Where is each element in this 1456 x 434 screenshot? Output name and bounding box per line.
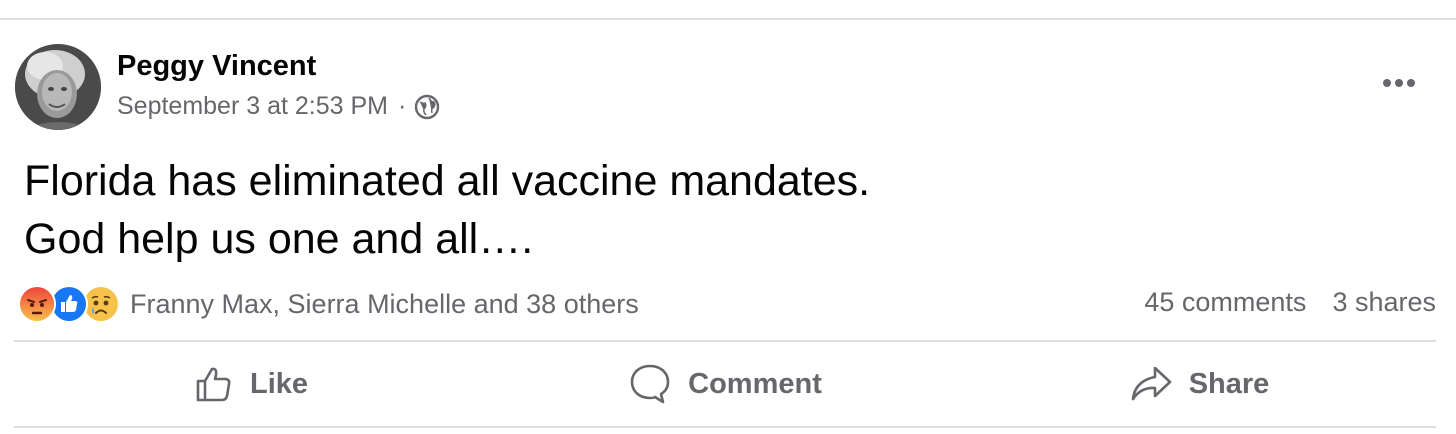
bottom-divider [14,426,1436,428]
thumbs-up-icon [196,367,231,402]
comments-count[interactable]: 45 comments [1144,287,1306,318]
shares-count[interactable]: 3 shares [1332,287,1436,318]
avatar-photo [15,44,101,130]
reactions-summary[interactable]: Franny Max, Sierra Michelle and 38 other… [18,284,639,324]
globe-icon [414,94,440,120]
avatar[interactable] [15,44,101,130]
post-body: Florida has eliminated all vaccine manda… [24,152,870,268]
share-label: Share [1188,367,1270,400]
comment-label: Comment [688,367,822,400]
actions-top-divider [14,340,1436,342]
action-bar: Like Comment Share [14,344,1436,424]
post-meta: September 3 at 2:53 PM · [117,92,440,121]
comment-bubble-icon [630,364,670,404]
top-divider [0,18,1456,20]
post-timestamp[interactable]: September 3 at 2:53 PM [117,92,388,121]
share-button[interactable]: Share [962,344,1436,424]
author-name[interactable]: Peggy Vincent [117,50,316,83]
reactors-text[interactable]: Franny Max, Sierra Michelle and 38 other… [130,289,639,320]
like-button[interactable]: Like [14,344,488,424]
meta-separator: · [397,92,407,120]
more-options-icon[interactable] [1378,70,1420,96]
angry-reaction-icon [18,285,56,323]
engagement-counts: 45 comments 3 shares [1144,287,1436,318]
post-text-line-1: Florida has eliminated all vaccine manda… [24,157,871,205]
like-label: Like [249,367,309,400]
post-text-line-2: God help us one and all…. [24,215,534,263]
share-arrow-icon [1131,366,1171,401]
comment-button[interactable]: Comment [488,344,962,424]
